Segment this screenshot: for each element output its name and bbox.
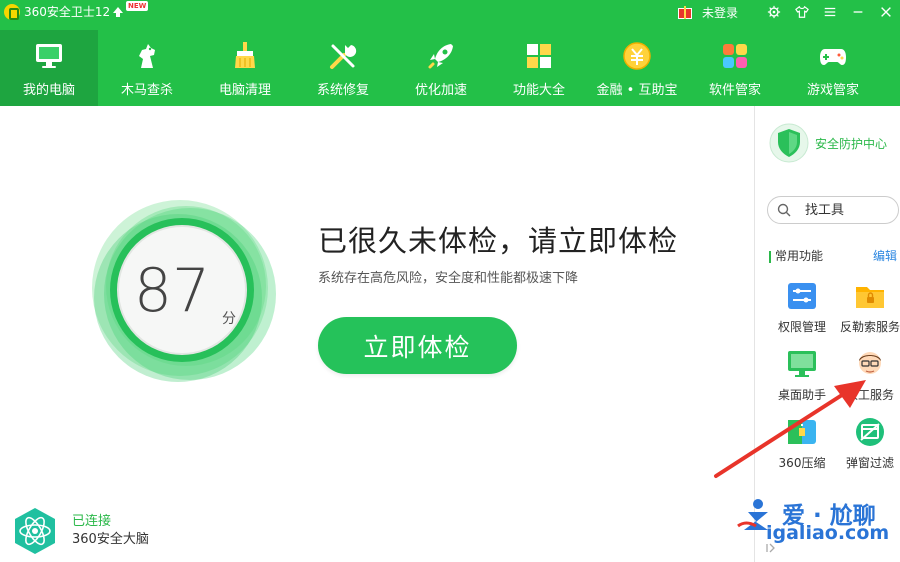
security-center-label: 安全防护中心 [815,136,888,151]
tool-label: 360压缩 [778,456,826,470]
shield-icon [769,123,809,163]
start-checkup-button[interactable]: 立即体检 [318,317,517,374]
tool-desktop-assistant[interactable]: 桌面助手 [767,348,837,403]
security-center-link[interactable]: 安全防护中心 [769,123,887,163]
atom-brain-icon [15,508,55,554]
tool-label: 权限管理 [777,320,826,334]
close-icon[interactable] [872,0,900,24]
gamepad-icon [820,49,846,65]
nav-label: 优化加速 [414,83,467,98]
common-functions-title: 常用功能 [775,249,824,263]
nav-label: 电脑清理 [218,83,271,98]
tool-anti-ransomware[interactable]: 反勒索服务 [835,280,900,335]
support-person-icon [859,352,881,374]
title-bar: 360安全卫士12 NEW 未登录 [0,0,900,24]
nav-label: 金融 • 互助宝 [596,83,678,98]
nav-label: 木马查杀 [120,83,173,98]
tool-popup-filter[interactable]: 弹窗过滤 [835,416,900,471]
wrench-icon [330,44,357,69]
tool-human-service[interactable]: 人工服务 [835,348,900,403]
rocket-icon [428,44,453,69]
folder-lock-icon [856,287,884,308]
title-bar-controls: 未登录 [674,0,900,24]
desktop-assistant-icon [788,351,816,377]
score-gauge: 87 分 [82,190,282,390]
compress-icon [788,420,816,444]
tool-label: 桌面助手 [777,388,826,402]
nav-label: 我的电脑 [22,83,75,98]
app-window: 360安全卫士12 NEW 未登录 我的电脑 木马查杀 电脑清理 系统修复 优化… [0,0,900,562]
nav-label: 游戏管家 [806,83,859,98]
nav-item-optimize[interactable]: 优化加速 [392,30,490,106]
section-accent-bar [769,250,771,263]
horse-icon [139,44,155,68]
app-logo-icon [4,3,20,20]
nav-item-cleanup[interactable]: 电脑清理 [196,30,294,106]
watermark-url: igaliao.com [766,522,890,544]
minimize-icon[interactable] [844,0,872,24]
monitor-icon [36,44,62,68]
nav-item-trojan-scan[interactable]: 木马查杀 [98,30,196,106]
app-brand: 360安全卫士12 NEW [4,1,149,20]
tool-search-box[interactable] [767,196,899,224]
tool-360-compress[interactable]: 360压缩 [767,416,837,471]
software-icon [723,44,747,68]
main-nav: 我的电脑 木马查杀 电脑清理 系统修复 优化加速 功能大全 金融 • 互助宝 软… [0,30,900,106]
tool-label: 反勒索服务 [839,320,900,334]
search-icon [777,203,791,217]
nav-label: 软件管家 [708,83,761,98]
header: 360安全卫士12 NEW 未登录 我的电脑 木马查杀 电脑清理 系统修复 优化… [0,0,900,106]
nav-item-game-manager[interactable]: 游戏管家 [784,30,882,106]
nav-item-all-features[interactable]: 功能大全 [490,30,588,106]
checkup-subline: 系统存在高危风险，安全度和性能都极速下降 [318,271,579,286]
checkup-panel: 87 分 已很久未体检，请立即体检 系统存在高危风险，安全度和性能都极速下降 立… [0,106,754,562]
new-badge: NEW [126,1,149,11]
skin-shirt-icon[interactable] [788,0,816,24]
popup-filter-icon [856,418,884,446]
edit-link[interactable]: 编辑 [873,247,897,264]
watermark: 爱 · 尬聊 igaliao.com [736,494,900,562]
security-brain-status[interactable]: 已连接 360安全大脑 [10,506,149,556]
nav-item-my-computer[interactable]: 我的电脑 [0,30,98,106]
tool-label: 人工服务 [845,388,894,402]
settings-gear-icon[interactable] [760,0,788,24]
nav-label: 功能大全 [512,83,565,98]
tool-search-input[interactable] [805,202,895,218]
score-value: 87 [133,256,211,326]
nav-label: 系统修复 [316,83,369,98]
app-title: 360安全卫士12 [24,5,111,19]
login-link[interactable]: 未登录 [702,4,738,21]
tool-label: 弹窗过滤 [845,456,894,470]
nav-item-finance[interactable]: 金融 • 互助宝 [588,30,686,106]
common-functions-header: 常用功能 编辑 [769,247,897,264]
checkup-headline: 已很久未体检，请立即体检 [318,224,679,258]
coin-icon [623,42,651,70]
broom-icon [235,42,255,68]
score-unit: 分 [222,311,236,327]
upgrade-arrow-icon[interactable] [113,6,124,17]
menu-icon[interactable] [816,0,844,24]
gift-icon[interactable] [674,4,696,20]
nav-item-system-repair[interactable]: 系统修复 [294,30,392,106]
nav-item-software-manager[interactable]: 软件管家 [686,30,784,106]
brain-name: 360安全大脑 [72,532,149,547]
brain-connection-status: 已连接 [72,514,112,529]
permission-icon [788,283,816,309]
tool-permission-manager[interactable]: 权限管理 [767,280,837,335]
grid-icon [527,44,551,68]
